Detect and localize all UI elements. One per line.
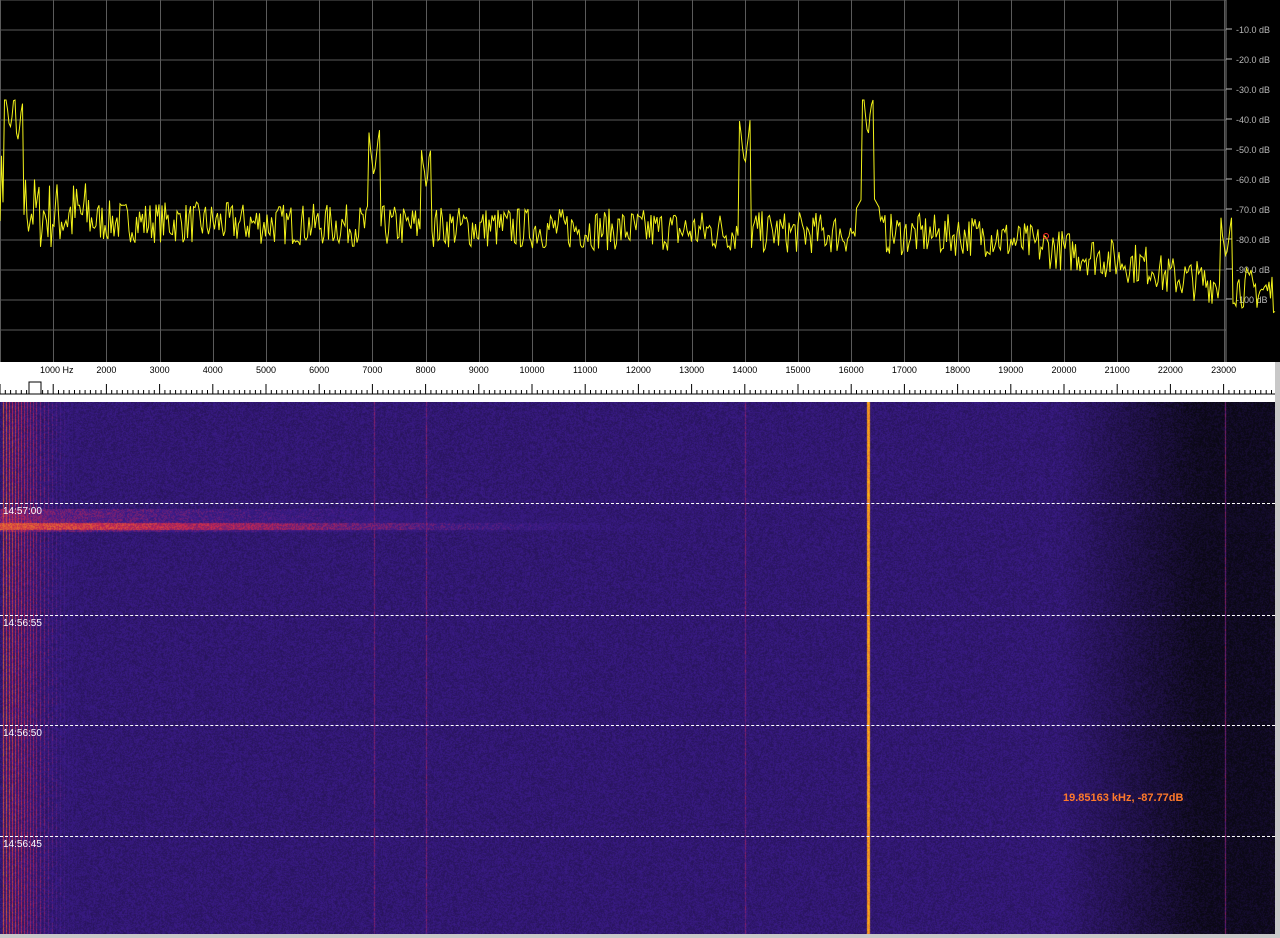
db-axis-label: -10.0 dB xyxy=(1236,25,1270,35)
frequency-label: 7000 xyxy=(362,365,382,375)
frequency-label: 4000 xyxy=(203,365,223,375)
window-border xyxy=(0,934,1280,938)
frequency-label: 5000 xyxy=(256,365,276,375)
db-axis-label: -70.0 dB xyxy=(1236,205,1270,215)
time-marker: 14:56:45 xyxy=(3,839,42,850)
time-gridline xyxy=(0,615,1275,616)
frequency-label: 13000 xyxy=(679,365,704,375)
window-border xyxy=(1275,402,1280,938)
db-axis-label: -60.0 dB xyxy=(1236,175,1270,185)
time-gridline xyxy=(0,836,1275,837)
db-axis-label: -40.0 dB xyxy=(1236,115,1270,125)
db-axis-label: -30.0 dB xyxy=(1236,85,1270,95)
db-axis-label: -90.0 dB xyxy=(1236,265,1270,275)
time-marker: 14:57:00 xyxy=(3,506,42,517)
frequency-label: 17000 xyxy=(892,365,917,375)
time-marker: 14:56:55 xyxy=(3,618,42,629)
waterfall-display[interactable]: 14:57:00 14:56:55 14:56:50 14:56:45 19.8… xyxy=(0,402,1275,934)
time-marker: 14:56:50 xyxy=(3,728,42,739)
frequency-scale-svg: 1000 Hz 2000 3000 4000 5000 6000 7000 8000 9000 1… xyxy=(0,362,1280,402)
frequency-label: 16000 xyxy=(839,365,864,375)
frequency-scale[interactable]: 1000 Hz 2000 3000 4000 5000 6000 7000 8000 9000 1… xyxy=(0,362,1280,402)
frequency-label: 10000 xyxy=(519,365,544,375)
spectrum-trace xyxy=(0,99,1276,314)
frequency-label: 23000 xyxy=(1211,365,1236,375)
frequency-label: 19000 xyxy=(998,365,1023,375)
frequency-label: 14000 xyxy=(732,365,757,375)
spectrum-svg: -10.0 dB -20.0 dB -30.0 dB -40.0 dB -50.0 dB… xyxy=(0,0,1276,362)
scale-edge xyxy=(1275,362,1280,402)
frequency-label: 22000 xyxy=(1158,365,1183,375)
waterfall-canvas xyxy=(0,402,1275,934)
frequency-label: 6000 xyxy=(309,365,329,375)
db-axis-label: -80.0 dB xyxy=(1236,235,1270,245)
frequency-label: 8000 xyxy=(416,365,436,375)
frequency-label: 11000 xyxy=(573,365,597,375)
frequency-unit-label: 1000 Hz xyxy=(40,365,74,375)
frequency-label: 9000 xyxy=(469,365,489,375)
spectrum-analyzer-window: -10.0 dB -20.0 dB -30.0 dB -40.0 dB -50.0 dB… xyxy=(0,0,1280,938)
db-axis-label: -50.0 dB xyxy=(1236,145,1270,155)
frequency-label: 15000 xyxy=(785,365,810,375)
frequency-label: 21000 xyxy=(1105,365,1130,375)
frequency-label: 12000 xyxy=(626,365,651,375)
frequency-label: 3000 xyxy=(150,365,170,375)
range-handle[interactable] xyxy=(28,381,42,395)
time-gridline xyxy=(0,503,1275,504)
frequency-label: 2000 xyxy=(96,365,116,375)
time-gridline xyxy=(0,725,1275,726)
frequency-label: 20000 xyxy=(1051,365,1076,375)
cursor-readout: 19.85163 kHz, -87.77dB xyxy=(1063,792,1184,804)
frequency-label: 18000 xyxy=(945,365,970,375)
spectrum-plot[interactable]: -10.0 dB -20.0 dB -30.0 dB -40.0 dB -50.0 dB… xyxy=(0,0,1280,362)
db-axis-label: -20.0 dB xyxy=(1236,55,1270,65)
